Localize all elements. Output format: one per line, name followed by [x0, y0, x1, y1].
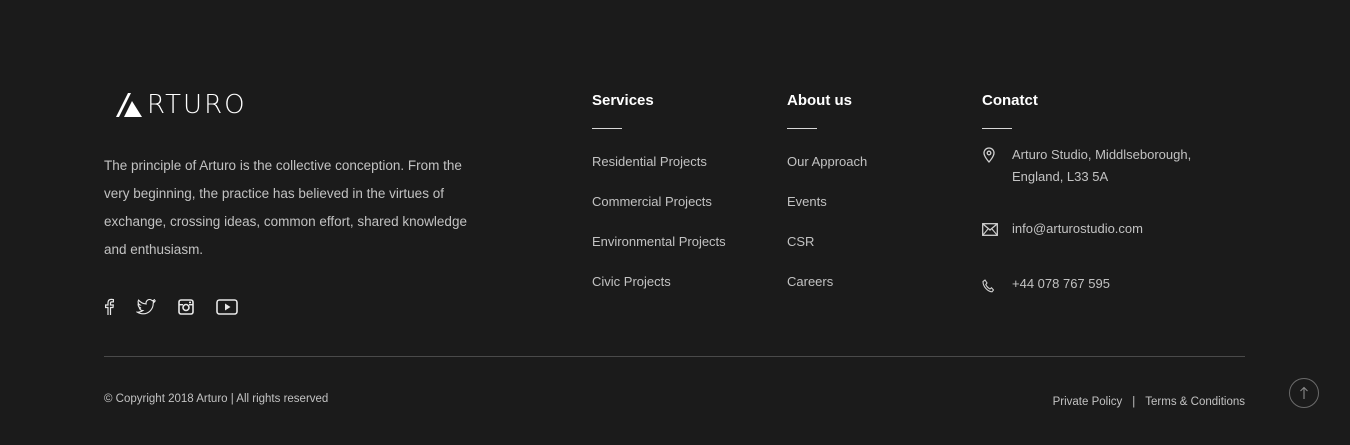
youtube-icon[interactable]: [216, 299, 238, 320]
contact-heading-underline: [982, 128, 1012, 129]
email-link[interactable]: info@arturostudio.com: [1012, 218, 1143, 240]
about-text: The principle of Arturo is the collectiv…: [104, 158, 467, 257]
services-link-commercial[interactable]: Commercial Projects: [592, 194, 726, 210]
privacy-policy-link[interactable]: Private Policy: [1053, 396, 1123, 408]
facebook-icon[interactable]: [104, 298, 114, 321]
contact-column: Conatct: [982, 90, 1038, 129]
services-link-environmental[interactable]: Environmental Projects: [592, 234, 726, 250]
contact-email: info@arturostudio.com: [982, 218, 1143, 241]
about-us-column: About us Our Approach Events CSR Careers: [787, 90, 867, 314]
envelope-icon: [982, 218, 998, 241]
instagram-icon[interactable]: [178, 299, 194, 320]
about-link-our-approach[interactable]: Our Approach: [787, 154, 867, 170]
copyright-text: © Copyright 2018 Arturo | All rights res…: [104, 393, 329, 405]
about-link-csr[interactable]: CSR: [787, 234, 867, 250]
map-pin-icon: [982, 144, 998, 168]
phone-number[interactable]: +44 078 767 595: [1012, 273, 1110, 295]
about-us-heading-underline: [787, 128, 817, 129]
address-line-2: England, L33 5A: [1012, 169, 1109, 184]
services-heading: Services: [592, 92, 654, 109]
social-links: [104, 298, 260, 321]
footer-divider: [104, 356, 1245, 357]
legal-separator: |: [1132, 396, 1136, 408]
contact-phone: +44 078 767 595: [982, 273, 1110, 298]
about-us-list: Our Approach Events CSR Careers: [787, 154, 867, 290]
services-link-civic[interactable]: Civic Projects: [592, 274, 726, 290]
logo-mark-icon: [116, 93, 142, 117]
services-link-residential[interactable]: Residential Projects: [592, 154, 726, 170]
contact-heading: Conatct: [982, 92, 1038, 109]
about-link-events[interactable]: Events: [787, 194, 867, 210]
twitter-icon[interactable]: [135, 298, 157, 320]
about-link-careers[interactable]: Careers: [787, 274, 867, 290]
legal-links: Private Policy | Terms & Conditions: [1053, 396, 1245, 408]
back-to-top-button[interactable]: [1289, 378, 1319, 408]
brand-name: RTURO: [147, 90, 247, 120]
arrow-up-icon: [1300, 386, 1308, 399]
about-us-heading: About us: [787, 92, 852, 109]
phone-icon: [982, 273, 998, 298]
services-heading-underline: [592, 128, 622, 129]
brand-logo[interactable]: RTURO: [116, 92, 247, 118]
address-line-1: Arturo Studio, Middlseborough,: [1012, 147, 1192, 162]
terms-link[interactable]: Terms & Conditions: [1145, 396, 1245, 408]
services-column: Services Residential Projects Commercial…: [592, 90, 726, 314]
contact-address: Arturo Studio, Middlseborough, England, …: [982, 144, 1191, 188]
services-list: Residential Projects Commercial Projects…: [592, 154, 726, 290]
